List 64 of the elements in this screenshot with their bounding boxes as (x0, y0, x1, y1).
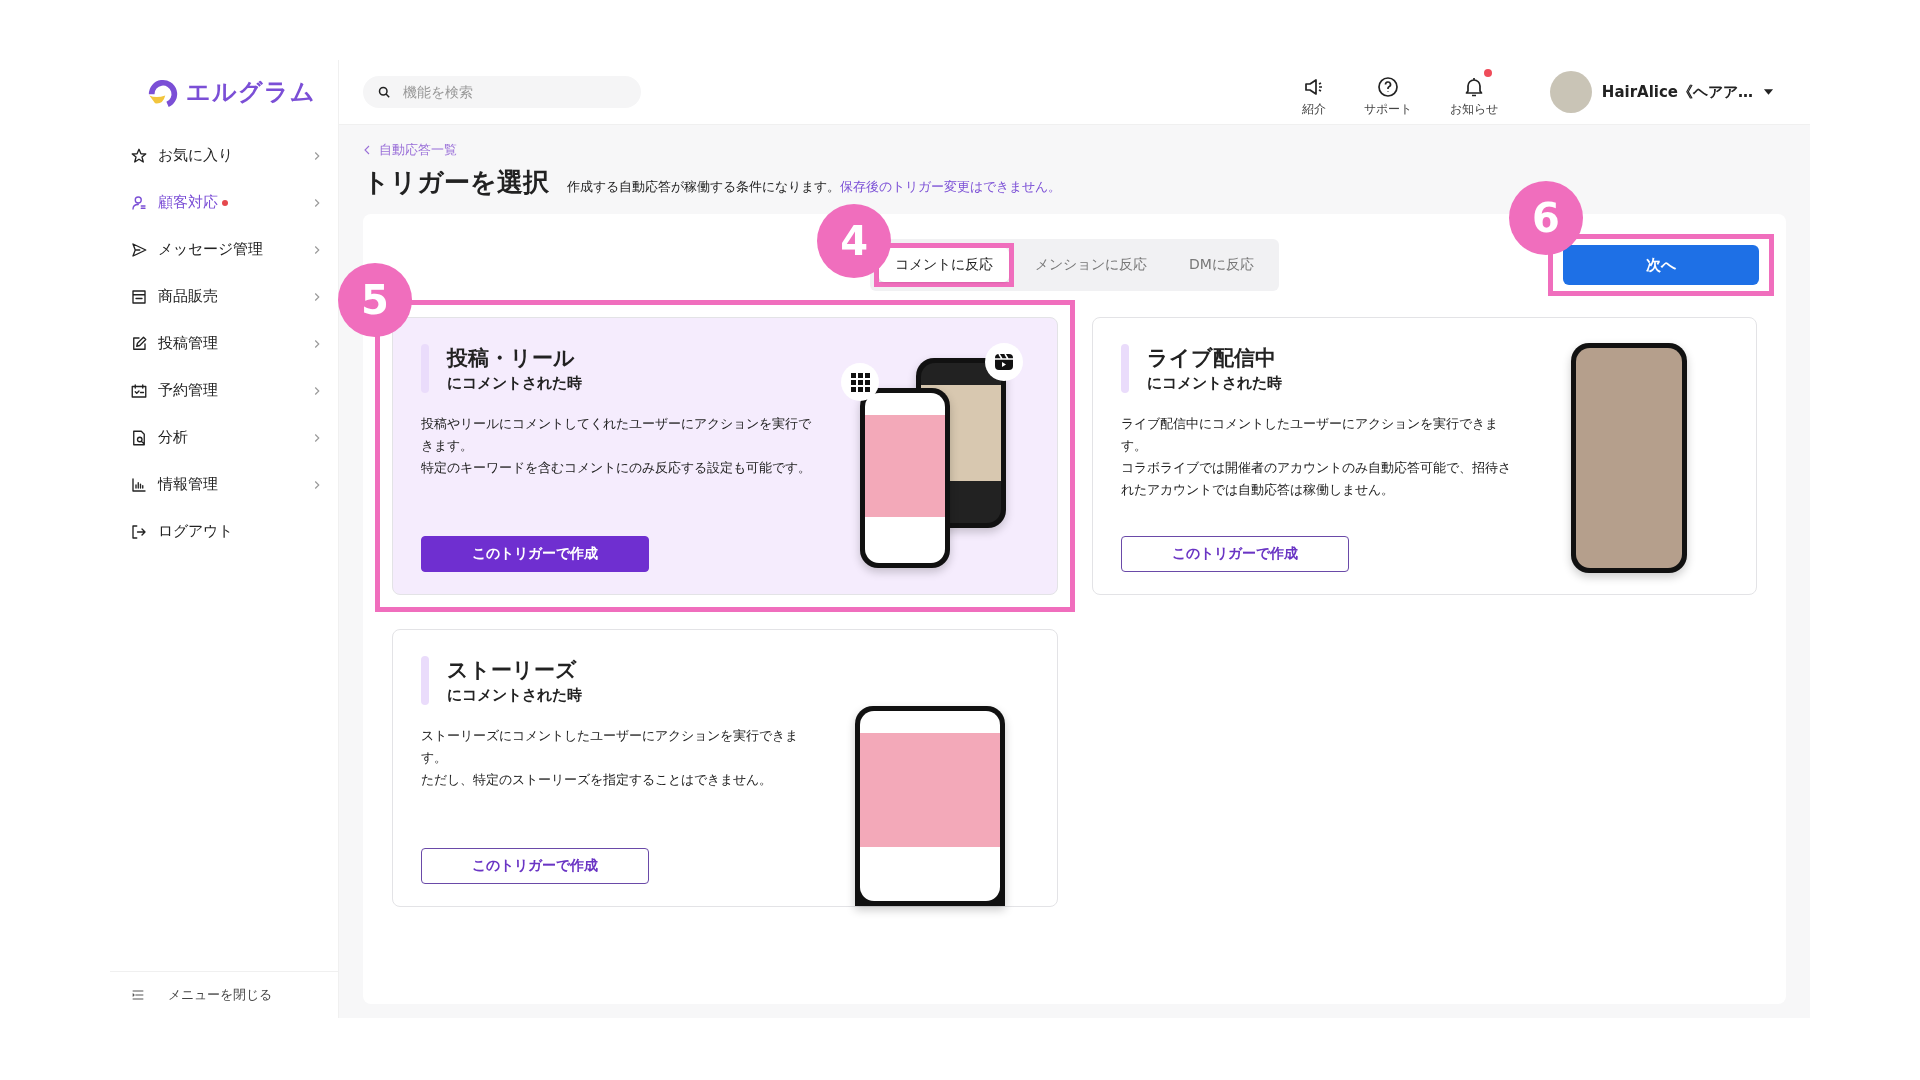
card-title: ストーリーズ (447, 657, 578, 684)
sidebar-item[interactable]: 予約管理 (110, 367, 338, 414)
menu-item-icon (130, 146, 148, 165)
avatar-icon (1549, 71, 1592, 113)
accent-bar (421, 656, 429, 705)
trigger-card[interactable]: 投稿・リール にコメントされた時 投稿やリールにコメントしてくれたユーザーにアクションを実行できます。 特定のキーワードを含むコメントにのみ反応する設定も可能です。 このトリガーで作成 (392, 317, 1058, 595)
header-action-button[interactable]: お知らせ (1443, 66, 1504, 118)
search-field[interactable]: 機能を検索 (363, 76, 641, 108)
header-action-button[interactable]: 紹介 (1295, 66, 1332, 118)
step-number-badge: 6 (1509, 181, 1583, 255)
create-trigger-button[interactable]: このトリガーで作成 (1120, 536, 1349, 572)
page-description: 作成する自動応答が稼働する条件になります。保存後のトリガー変更はできません。 (567, 179, 1061, 196)
tab[interactable]: コメントに反応 (879, 248, 1010, 282)
collapse-menu-button[interactable]: メニューを閉じる (110, 971, 338, 1018)
card-subtitle: にコメントされた時 (447, 374, 582, 393)
header-action-button[interactable]: サポート (1357, 66, 1418, 118)
sidebar-item[interactable]: 分析 (110, 414, 338, 461)
sidebar-item[interactable]: 商品販売 (110, 273, 338, 320)
menu-item-icon (130, 287, 148, 306)
card-title: 投稿・リール (447, 345, 576, 372)
sidebar-item[interactable]: お気に入り (110, 132, 338, 179)
card-description: ストーリーズにコメントしたユーザーにアクションを実行できます。 (421, 727, 799, 767)
card-subtitle: にコメントされた時 (447, 686, 582, 705)
sidebar-item[interactable]: ログアウト (110, 508, 338, 555)
menu-item-icon (130, 522, 148, 541)
accent-bar (1120, 344, 1129, 393)
menu-item-icon (130, 240, 148, 259)
card-subtitle: にコメントされた時 (1146, 374, 1282, 393)
tab[interactable]: メンションに反応 (1019, 248, 1164, 282)
back-link[interactable]: 自動応答一覧 (363, 141, 457, 159)
card-title: ライブ配信中 (1146, 345, 1277, 372)
card-description: ただし、特定のストーリーズを指定することはできません。 (421, 771, 773, 789)
trigger-card[interactable]: ライブ配信中 にコメントされた時 ライブ配信中にコメントしたユーザーにアクションを実行できます。 コラボライブでは開催者のアカウントのみ自動応答可能で、招待されたアカウントでは自動応答は稼働しません。 このトリガーで作成 (1091, 317, 1757, 595)
create-trigger-button[interactable]: このトリガーで作成 (421, 848, 649, 884)
card-description: ライブ配信中にコメントしたユーザーにアクションを実行できます。 (1120, 415, 1499, 455)
sidebar-item[interactable]: 投稿管理 (110, 320, 338, 367)
card-description: コラボライブでは開催者のアカウントのみ自動応答可能で、招待されたアカウントでは自動応答は稼働しません。 (1120, 459, 1511, 499)
user-menu[interactable]: HairAlice《ヘアア… (1549, 71, 1774, 113)
logo-text: エルグラム (186, 77, 316, 108)
menu-item-icon (130, 334, 148, 353)
card-description: 投稿やリールにコメントしてくれたユーザーにアクションを実行できます。 (421, 415, 811, 455)
clapperboard-icon (983, 342, 1024, 382)
menu-item-icon (130, 475, 148, 494)
next-button[interactable]: 次へ (1563, 245, 1759, 285)
chevron-left-icon (363, 144, 371, 156)
sidebar-item[interactable]: メッセージ管理 (110, 226, 338, 273)
caret-icon (1763, 88, 1774, 96)
create-trigger-button[interactable]: このトリガーで作成 (421, 536, 649, 572)
card-description: 特定のキーワードを含むコメントにのみ反応する設定も可能です。 (421, 459, 811, 477)
sidebar-item[interactable]: 情報管理 (110, 461, 338, 508)
trigger-card[interactable]: ストーリーズ にコメントされた時 ストーリーズにコメントしたユーザーにアクションを実行できます。 ただし、特定のストーリーズを指定することはできません。 このトリガーで作成 (392, 629, 1058, 907)
warning-link[interactable]: 保存後のトリガー変更はできません。 (840, 179, 1061, 194)
tab[interactable]: DMに反応 (1173, 248, 1270, 282)
menu-icon (130, 987, 146, 1003)
step-number-badge: 5 (338, 263, 412, 337)
help-icon (1375, 74, 1400, 99)
menu-item-icon (130, 193, 148, 212)
notification-dot (1483, 68, 1492, 77)
menu-item-icon (130, 381, 148, 400)
step-number-badge: 4 (817, 204, 892, 278)
sidebar-item[interactable]: 顧客対応 (110, 179, 338, 226)
page-title: トリガーを選択 (363, 166, 549, 199)
menu-item-icon (130, 428, 148, 447)
grid-icon (839, 362, 880, 402)
